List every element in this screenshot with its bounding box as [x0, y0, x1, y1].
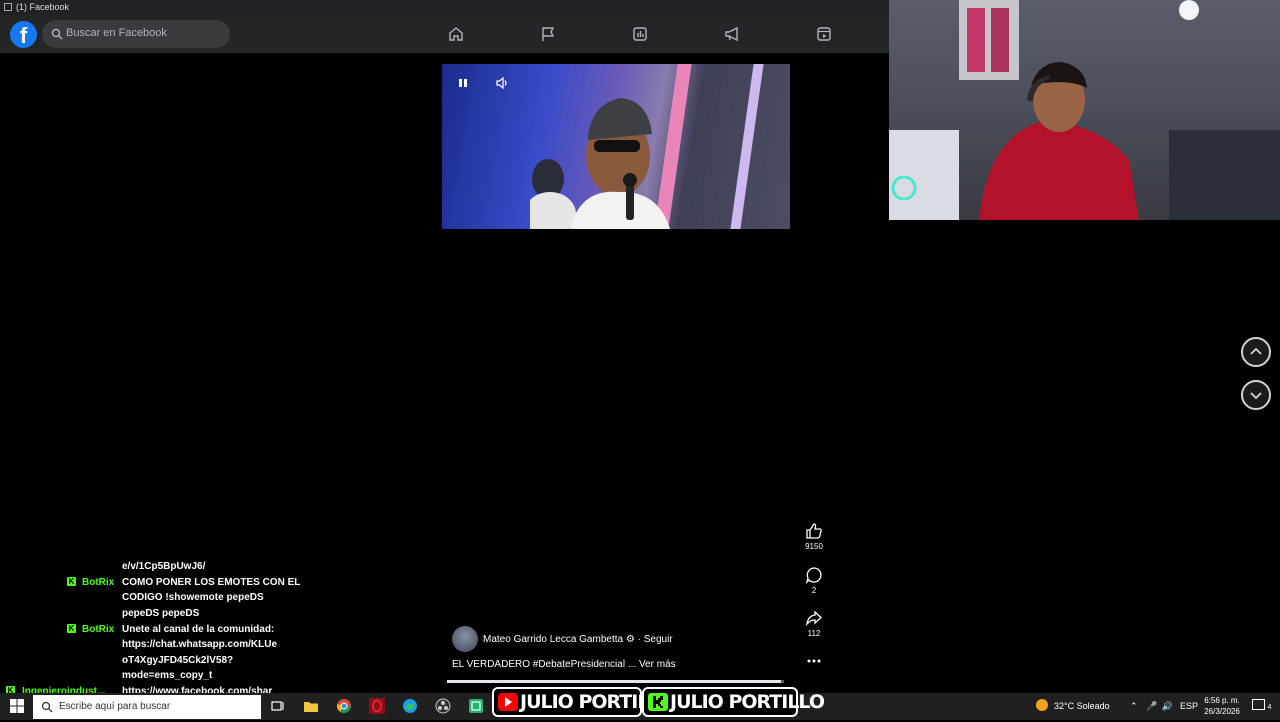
video-icon [817, 27, 831, 41]
comment-count: 2 [811, 586, 817, 595]
nav-ads[interactable] [723, 25, 741, 43]
facebook-logo[interactable]: f [10, 21, 37, 48]
youtube-name-tag: JULIO PORTILLO [492, 687, 675, 717]
stats-icon [633, 27, 647, 41]
file-explorer-icon[interactable] [303, 698, 319, 714]
weather-widget[interactable]: 32°C Soleado [1036, 693, 1110, 720]
video-progress-fill [447, 680, 781, 683]
window-titlebar: (1) Facebook [0, 0, 889, 15]
task-view-icon[interactable] [270, 698, 286, 714]
microphone-icon: 🎤 [1146, 701, 1158, 711]
webcam-scene [889, 0, 1280, 220]
chevron-down-icon [1250, 392, 1262, 400]
caption-text: EL VERDADERO #DebatePresidencial ... [452, 659, 637, 670]
notification-center[interactable]: 4 [1252, 693, 1271, 720]
clock-time: 6:56 p. m. [1204, 696, 1240, 705]
nav-stats[interactable] [631, 25, 649, 43]
see-more-link[interactable]: Ver más [639, 659, 676, 670]
obs-icon[interactable] [435, 698, 451, 714]
chat-username: BotRix [82, 624, 115, 635]
reel-caption: EL VERDADERO #DebatePresidencial ... Ver… [452, 659, 676, 670]
like-count: 9150 [805, 542, 823, 551]
chat-text: Unete al canal de la comunidad: [122, 624, 275, 635]
chat-text: oT4XgyJFD45Ck2lV58? [122, 655, 234, 666]
volume-icon[interactable] [495, 76, 509, 90]
tray-icons[interactable]: ⌃ 🎤 🔊 [1130, 693, 1173, 720]
share-button[interactable]: 112 [800, 609, 828, 638]
taskbar-search-input[interactable]: Escribe aquí para buscar [33, 695, 261, 719]
weather-text: 32°C Soleado [1054, 701, 1110, 711]
window-icon [4, 3, 12, 11]
home-icon [449, 27, 463, 41]
share-count: 112 [807, 629, 821, 638]
more-options-button[interactable] [800, 652, 828, 672]
streamer-name-banner: JULIO PORTILLO JULIO PORTILLO [492, 687, 825, 717]
chat-text: https://chat.whatsapp.com/KLUe [122, 639, 278, 650]
clock-date: 26/3/2026 [1204, 707, 1240, 716]
chat-text: mode=ems_copy_t [122, 670, 213, 681]
app-green-icon[interactable] [468, 698, 484, 714]
chevron-up-icon: ⌃ [1130, 701, 1138, 711]
stream-chat-overlay: e/v/1Cp5BpUwJ6/K BotRix COMO PONER LOS EMO… [0, 552, 301, 697]
language-indicator[interactable]: ESP [1180, 693, 1198, 720]
nav-pages[interactable] [539, 25, 557, 43]
search-placeholder: Buscar en Facebook [66, 27, 167, 39]
clock[interactable]: 6:56 p. m. 26/3/2026 [1200, 693, 1244, 722]
facebook-search-input[interactable]: Buscar en Facebook [42, 20, 230, 48]
chrome-icon[interactable] [336, 698, 352, 714]
kick-name: JULIO PORTILLO [670, 691, 825, 713]
notification-icon [1252, 699, 1265, 710]
thumbs-up-icon [806, 523, 822, 539]
chat-text: pepeDS pepeDS [122, 608, 200, 619]
youtube-logo-icon [498, 693, 518, 711]
flag-icon [542, 27, 555, 41]
edge-icon[interactable] [402, 698, 418, 714]
author-avatar[interactable] [452, 626, 478, 652]
notification-count: 4 [1267, 704, 1272, 711]
windows-start-icon[interactable] [9, 698, 25, 714]
reel-video[interactable] [442, 64, 790, 229]
chat-username: BotRix [82, 577, 115, 588]
verified-badge-icon: ⚙ [625, 634, 635, 645]
chat-text: COMO PONER LOS EMOTES CON EL [122, 577, 301, 588]
pause-icon[interactable] [456, 76, 470, 90]
author-name[interactable]: Mateo Garrido Lecca Gambetta [483, 634, 623, 645]
kick-badge-icon: K [67, 577, 76, 586]
taskbar-search-placeholder: Escribe aquí para buscar [59, 701, 171, 712]
chat-text: CODIGO !showemote pepeDS [122, 592, 264, 603]
video-presenter-figure [530, 98, 670, 229]
nav-video[interactable] [815, 25, 833, 43]
facebook-header: f Buscar en Facebook [0, 15, 889, 53]
kick-name-tag: JULIO PORTILLO [642, 687, 825, 717]
streamer-webcam [889, 0, 1280, 220]
speaker-icon: 🔊 [1161, 701, 1174, 711]
previous-reel-button[interactable] [1241, 337, 1271, 367]
like-button[interactable]: 9150 [800, 522, 828, 551]
kick-badge-icon: K [67, 624, 76, 633]
next-reel-button[interactable] [1241, 380, 1271, 410]
megaphone-icon [725, 26, 738, 42]
search-icon [51, 28, 63, 40]
opera-gx-icon[interactable] [369, 698, 385, 714]
kick-logo-icon [648, 693, 668, 711]
nav-home[interactable] [447, 25, 465, 43]
comment-button[interactable]: 2 [800, 566, 828, 595]
share-icon [806, 610, 822, 627]
video-stage-light [730, 64, 764, 229]
search-icon [41, 701, 53, 713]
follow-button[interactable]: · Seguir [638, 634, 673, 645]
chat-text: e/v/1Cp5BpUwJ6/ [122, 561, 206, 572]
more-dots-icon [807, 659, 821, 663]
chevron-up-icon [1250, 347, 1262, 355]
comment-icon [805, 567, 822, 584]
video-progress-bar[interactable] [447, 680, 784, 683]
window-title: (1) Facebook [16, 2, 70, 12]
sun-icon [1036, 699, 1048, 711]
